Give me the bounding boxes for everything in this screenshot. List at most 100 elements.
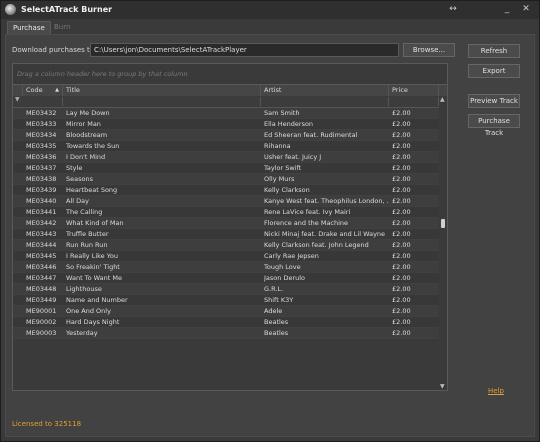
cell-code: ME90003 — [26, 329, 57, 337]
purchase-panel: Download purchases to Browse... Refresh … — [5, 34, 535, 437]
app-icon — [5, 4, 16, 15]
title-bar: SelectATrack Burner ↔ _ ✕ — [1, 1, 539, 19]
refresh-button[interactable]: Refresh — [468, 44, 520, 58]
window-title: SelectATrack Burner — [21, 5, 113, 14]
table-row[interactable]: ME03437 Style Taylor Swift £2.00 — [13, 163, 439, 174]
table-row[interactable]: ME03435 Towards the Sun Rihanna £2.00 — [13, 141, 439, 152]
cell-code: ME03438 — [26, 175, 57, 183]
cell-price: £2.00 — [392, 208, 411, 216]
cell-code: ME03435 — [26, 142, 57, 150]
scroll-up-icon[interactable]: ▲ — [440, 96, 445, 103]
cell-artist: Taylor Swift — [264, 164, 302, 172]
cell-code: ME03441 — [26, 208, 57, 216]
table-row[interactable]: ME03434 Bloodstream Ed Sheeran feat. Rudim… — [13, 130, 439, 141]
column-header-code[interactable]: Code ▲ — [23, 85, 63, 96]
cell-code: ME03434 — [26, 131, 57, 139]
table-row[interactable]: ME03436 I Don't Mind Usher feat. Juicy J £2… — [13, 152, 439, 163]
table-row[interactable]: ME90003 Yesterday Beatles £2.00 — [13, 328, 439, 339]
cell-artist: Florence and the Machine — [264, 219, 349, 227]
cell-price: £2.00 — [392, 175, 411, 183]
cell-price: £2.00 — [392, 153, 411, 161]
tab-purchase[interactable]: Purchase — [7, 21, 51, 34]
column-header-artist[interactable]: Artist — [261, 85, 389, 96]
cell-title: I Really Like You — [66, 252, 118, 260]
cell-artist: Sam Smith — [264, 109, 300, 117]
cell-price: £2.00 — [392, 241, 411, 249]
cell-code: ME03444 — [26, 241, 57, 249]
cell-title: So Freakin' Tight — [66, 263, 120, 271]
cell-price: £2.00 — [392, 186, 411, 194]
group-panel-hint[interactable]: Drag a column header here to group by th… — [17, 70, 188, 78]
filter-cell-title[interactable] — [63, 97, 261, 106]
column-header-price[interactable]: Price — [389, 85, 439, 96]
cell-artist: Tough Love — [264, 263, 301, 271]
close-button[interactable]: ✕ — [519, 4, 533, 14]
table-row[interactable]: ME03441 The Calling Rene LaVice feat. Ivy … — [13, 207, 439, 218]
cell-artist: Adele — [264, 307, 283, 315]
cell-code: ME03432 — [26, 109, 57, 117]
scrollbar-thumb[interactable] — [441, 219, 445, 228]
download-label: Download purchases to — [12, 46, 95, 54]
cell-artist: Beatles — [264, 329, 289, 337]
cell-title: The Calling — [66, 208, 103, 216]
filter-icon[interactable]: ▼ — [15, 96, 20, 103]
filter-cell-price[interactable] — [389, 97, 439, 106]
header-indicator — [13, 85, 23, 96]
filter-row: ▼ — [13, 96, 447, 108]
table-row[interactable]: ME03432 Lay Me Down Sam Smith £2.00 — [13, 108, 439, 119]
purchase-track-button[interactable]: Purchase Track — [468, 114, 520, 137]
table-row[interactable]: ME03439 Heartbeat Song Kelly Clarkson £2.00 — [13, 185, 439, 196]
cell-artist: Rihanna — [264, 142, 291, 150]
table-row[interactable]: ME03442 What Kind of Man Florence and the … — [13, 218, 439, 229]
cell-code: ME03443 — [26, 230, 57, 238]
tracks-grid: Drag a column header here to group by th… — [12, 63, 448, 391]
table-row[interactable]: ME90002 Hard Days Night Beatles £2.00 — [13, 317, 439, 328]
table-row[interactable]: ME03438 Seasons Olly Murs £2.00 — [13, 174, 439, 185]
table-row[interactable]: ME03449 Name and Number Shift K3Y £2.00 — [13, 295, 439, 306]
cell-artist: Ed Sheeran feat. Rudimental — [264, 131, 358, 139]
cell-price: £2.00 — [392, 109, 411, 117]
cell-title: Mirror Man — [66, 120, 101, 128]
cell-code: ME03442 — [26, 219, 57, 227]
cell-title: Truffle Butter — [66, 230, 109, 238]
cell-title: One And Only — [66, 307, 111, 315]
cell-price: £2.00 — [392, 329, 411, 337]
table-row[interactable]: ME03446 So Freakin' Tight Tough Love £2.00 — [13, 262, 439, 273]
minimize-button[interactable]: _ — [500, 4, 514, 14]
column-header-title[interactable]: Title — [63, 85, 261, 96]
cell-title: Name and Number — [66, 296, 128, 304]
cell-code: ME03446 — [26, 263, 57, 271]
sort-ascending-icon: ▲ — [55, 87, 59, 93]
table-row[interactable]: ME03445 I Really Like You Carly Rae Jepsen… — [13, 251, 439, 262]
help-link[interactable]: Help — [488, 387, 504, 395]
scroll-down-icon[interactable]: ▼ — [440, 383, 445, 390]
cell-artist: Kanye West feat. Theophilus London, ... — [264, 197, 388, 205]
cell-title: Yesterday — [66, 329, 98, 337]
column-code-label: Code — [26, 86, 43, 94]
cell-price: £2.00 — [392, 252, 411, 260]
cell-title: Run Run Run — [66, 241, 108, 249]
table-row[interactable]: ME03433 Mirror Man Ella Henderson £2.00 — [13, 119, 439, 130]
browse-button[interactable]: Browse... — [403, 43, 455, 57]
preview-track-button[interactable]: Preview Track — [468, 94, 520, 108]
table-row[interactable]: ME03443 Truffle Butter Nicki Minaj feat. D… — [13, 229, 439, 240]
vertical-scrollbar[interactable]: ▲ ▼ — [439, 96, 447, 390]
cell-artist: Olly Murs — [264, 175, 295, 183]
app-window: SelectATrack Burner ↔ _ ✕ Purchase Burn … — [0, 0, 540, 442]
table-row[interactable]: ME03447 Want To Want Me Jason Derulo £2.00 — [13, 273, 439, 284]
table-row[interactable]: ME90001 One And Only Adele £2.00 — [13, 306, 439, 317]
filter-cell-code[interactable] — [23, 97, 63, 106]
cell-title: Want To Want Me — [66, 274, 122, 282]
cell-price: £2.00 — [392, 230, 411, 238]
export-button[interactable]: Export — [468, 64, 520, 78]
table-row[interactable]: ME03444 Run Run Run Kelly Clarkson feat. J… — [13, 240, 439, 251]
tab-burn[interactable]: Burn — [49, 21, 75, 33]
cell-code: ME03437 — [26, 164, 57, 172]
table-row[interactable]: ME03440 All Day Kanye West feat. Theophilu… — [13, 196, 439, 207]
filter-cell-artist[interactable] — [261, 97, 389, 106]
cell-price: £2.00 — [392, 285, 411, 293]
download-path-input[interactable] — [90, 43, 399, 57]
table-row[interactable]: ME03448 Lighthouse G.R.L. £2.00 — [13, 284, 439, 295]
resize-icon[interactable]: ↔ — [446, 4, 460, 14]
cell-code: ME03449 — [26, 296, 57, 304]
